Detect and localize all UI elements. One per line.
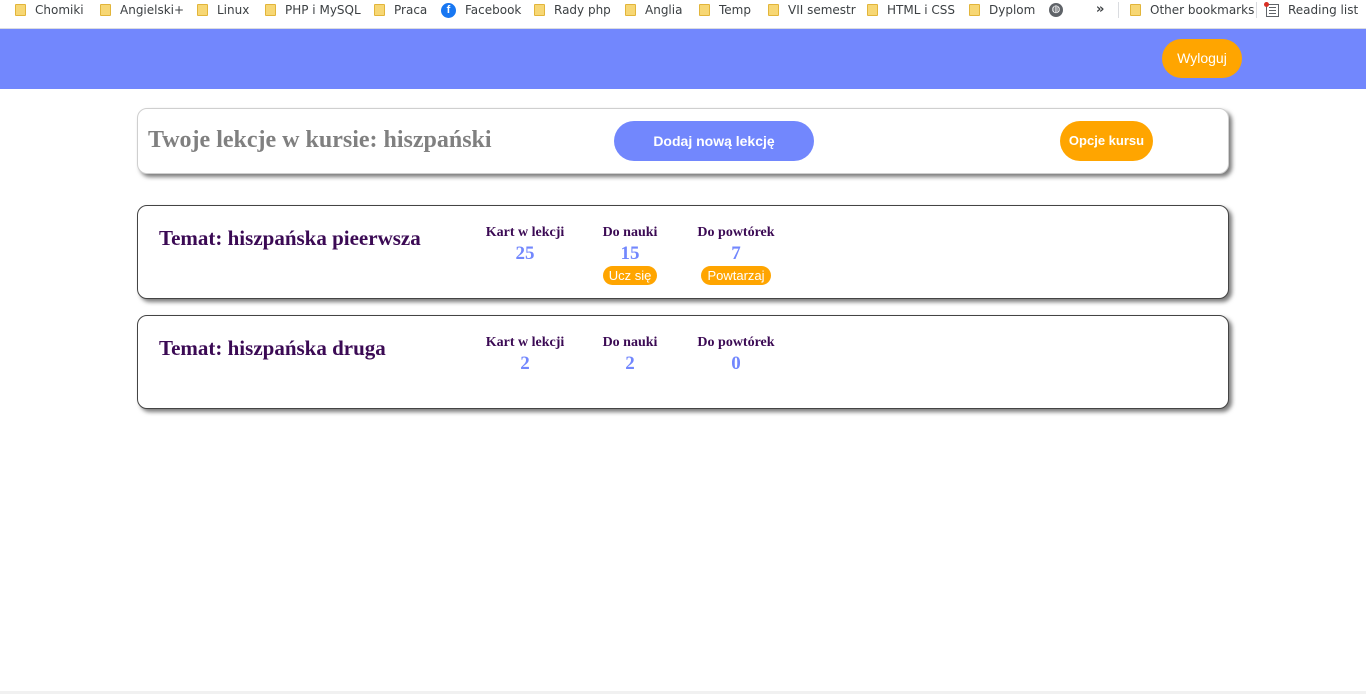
- stat-cards-in-lesson: Kart w lekcji 2: [465, 335, 585, 375]
- folder-icon: [768, 4, 779, 16]
- stat-label: Do nauki: [602, 335, 658, 350]
- folder-icon: [1130, 4, 1141, 16]
- bookmark-web[interactable]: ◍: [1049, 0, 1072, 20]
- other-bookmarks-label: Other bookmarks: [1150, 3, 1255, 17]
- bookmark-chomiki[interactable]: Chomiki: [15, 0, 84, 20]
- folder-icon: [625, 4, 636, 16]
- folder-icon: [534, 4, 545, 16]
- bookmark-label: Dyplom: [989, 3, 1036, 17]
- bookmark-rady-php[interactable]: Rady php: [534, 0, 611, 20]
- bookmark-label: Linux: [217, 3, 250, 17]
- folder-icon: [699, 4, 710, 16]
- reading-list-label: Reading list: [1288, 3, 1359, 17]
- bookmark-label: Anglia: [645, 3, 683, 17]
- course-options-button[interactable]: Opcje kursu: [1060, 121, 1153, 161]
- stat-to-learn: Do nauki 15 Ucz się: [570, 225, 690, 285]
- bookmark-vii-semestr[interactable]: VII semestr: [768, 0, 856, 20]
- stat-cards-in-lesson: Kart w lekcji 25: [465, 225, 585, 265]
- folder-icon: [867, 4, 878, 16]
- stat-to-review: Do powtórek 7 Powtarzaj: [676, 225, 796, 285]
- stat-label: Do powtórek: [697, 335, 775, 350]
- stat-value: 0: [731, 353, 741, 374]
- bookmark-label: PHP i MySQL: [285, 3, 361, 17]
- bookmark-anglia[interactable]: Anglia: [625, 0, 682, 20]
- stat-value: 2: [520, 353, 530, 374]
- bookmark-label: Temp: [719, 3, 751, 17]
- course-header-card: Twoje lekcje w kursie: hiszpański Dodaj …: [137, 108, 1229, 174]
- stat-label: Kart w lekcji: [485, 225, 565, 240]
- divider: [1118, 2, 1119, 18]
- stat-value: 25: [515, 243, 535, 264]
- folder-icon: [100, 4, 111, 16]
- add-lesson-button[interactable]: Dodaj nową lekcję: [614, 121, 814, 161]
- stat-label: Do powtórek: [697, 225, 775, 240]
- lesson-card: Temat: hiszpańska pieerwsza Kart w lekcj…: [137, 205, 1229, 299]
- bookmark-linux[interactable]: Linux: [197, 0, 249, 20]
- folder-icon: [265, 4, 276, 16]
- folder-icon: [374, 4, 385, 16]
- stat-to-review: Do powtórek 0: [676, 335, 796, 375]
- globe-icon: ◍: [1049, 3, 1063, 17]
- logout-button[interactable]: Wyloguj: [1162, 39, 1242, 78]
- bookmark-angielski[interactable]: Angielski+: [100, 0, 184, 20]
- lesson-title: Temat: hiszpańska pieerwsza: [159, 226, 421, 250]
- learn-button[interactable]: Ucz się: [602, 266, 658, 285]
- divider: [1256, 2, 1257, 18]
- stat-label: Do nauki: [602, 225, 658, 240]
- folder-icon: [197, 4, 208, 16]
- folder-icon: [15, 4, 26, 16]
- bookmark-label: Chomiki: [35, 3, 84, 17]
- bookmark-php-mysql[interactable]: PHP i MySQL: [265, 0, 361, 20]
- lesson-card: Temat: hiszpańska druga Kart w lekcji 2 …: [137, 315, 1229, 409]
- reading-list-icon: [1264, 1, 1279, 17]
- stat-label: Kart w lekcji: [485, 335, 565, 350]
- stat-value: 2: [625, 353, 635, 374]
- stat-value: 15: [620, 243, 640, 264]
- overflow-chevron-icon[interactable]: »: [1096, 0, 1104, 20]
- stat-to-learn: Do nauki 2: [570, 335, 690, 375]
- bookmark-label: Rady php: [554, 3, 611, 17]
- header-bar: Wyloguj: [0, 29, 1366, 89]
- bookmark-label: HTML i CSS: [887, 3, 955, 17]
- bookmark-praca[interactable]: Praca: [374, 0, 427, 20]
- bookmark-dyplom[interactable]: Dyplom: [969, 0, 1035, 20]
- other-bookmarks[interactable]: Other bookmarks: [1130, 0, 1254, 20]
- review-button[interactable]: Powtarzaj: [701, 266, 771, 285]
- bookmark-html-css[interactable]: HTML i CSS: [867, 0, 955, 20]
- folder-icon: [969, 4, 980, 16]
- page-title: Twoje lekcje w kursie: hiszpański: [148, 127, 492, 153]
- bookmarks-bar: Chomiki Angielski+ Linux PHP i MySQL Pra…: [0, 0, 1366, 29]
- bookmark-temp[interactable]: Temp: [699, 0, 751, 20]
- stat-value: 7: [731, 243, 741, 264]
- lesson-title: Temat: hiszpańska druga: [159, 336, 386, 360]
- reading-list[interactable]: Reading list: [1264, 0, 1359, 20]
- bookmark-label: Praca: [394, 3, 428, 17]
- bookmark-label: Facebook: [465, 3, 522, 17]
- bookmark-label: Angielski+: [120, 3, 185, 17]
- bookmark-facebook[interactable]: f Facebook: [441, 0, 521, 20]
- facebook-icon: f: [441, 2, 456, 18]
- bookmark-label: VII semestr: [788, 3, 856, 17]
